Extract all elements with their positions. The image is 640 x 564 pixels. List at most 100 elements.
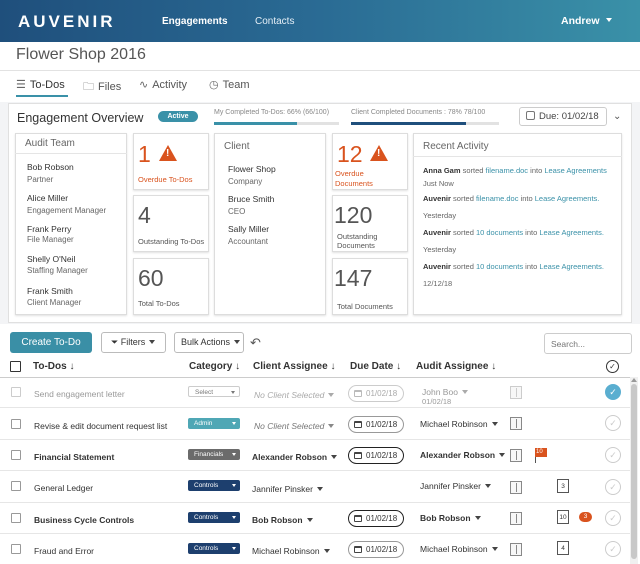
collapse-chevron-icon[interactable]: ⌄ <box>613 111 621 122</box>
audit-assignee-select[interactable]: John Boo <box>422 387 468 397</box>
row-checkbox[interactable] <box>11 419 21 429</box>
member-name: Frank Smith <box>27 286 73 296</box>
todo-name[interactable]: Send engagement letter <box>34 389 125 399</box>
flag-icon[interactable]: 10 <box>535 448 547 457</box>
todo-name[interactable]: Fraud and Error <box>34 546 94 556</box>
audit-assignee-label: Michael Robinson <box>420 419 488 429</box>
tab-team[interactable]: ◷ Team <box>209 78 250 91</box>
col-header-todos[interactable]: To-Dos ↓ <box>33 361 74 372</box>
activity-folder-link[interactable]: Lease Agreements. <box>535 194 600 203</box>
category-select[interactable]: Controls <box>188 480 240 491</box>
col-header-category[interactable]: Category ↓ <box>189 361 240 372</box>
client-assignee-select[interactable]: Michael Robinson <box>252 546 330 556</box>
document-icon[interactable] <box>510 417 522 430</box>
document-count-icon[interactable]: 4 <box>557 541 569 555</box>
activity-actor: Auvenir <box>423 262 451 271</box>
audit-assignee-select[interactable]: Alexander Robson <box>420 450 506 460</box>
overview-title: Engagement Overview <box>17 111 144 125</box>
app-logo[interactable]: AUVENIR <box>18 12 116 32</box>
activity-file-link[interactable]: 10 documents <box>476 228 523 237</box>
col-header-audit-assignee[interactable]: Audit Assignee ↓ <box>416 361 496 372</box>
tab-todos[interactable]: ☰ To-Dos <box>16 78 65 91</box>
category-select[interactable]: Select <box>188 386 240 397</box>
client-assignee-select[interactable]: Alexander Robson <box>252 452 338 462</box>
activity-actor: Auvenir <box>423 194 451 203</box>
tab-files[interactable]: 🗀 Files <box>83 78 121 97</box>
complete-check-icon[interactable]: ✓ <box>605 510 621 526</box>
member-role: Client Manager <box>27 298 82 307</box>
overdue-documents-label: Overdue <box>335 169 364 178</box>
audit-assignee-select[interactable]: Michael Robinson <box>420 544 498 554</box>
activity-file-link[interactable]: filename.doc <box>476 194 519 203</box>
document-icon[interactable] <box>510 512 522 525</box>
client-assignee-select[interactable]: No Client Selected <box>254 421 335 431</box>
category-select[interactable]: Admin <box>188 418 240 429</box>
search-input[interactable] <box>544 333 632 354</box>
activity-folder-link[interactable]: Lease Agreements <box>544 166 607 175</box>
user-menu[interactable]: Andrew <box>561 15 612 27</box>
document-icon[interactable] <box>510 449 522 462</box>
complete-check-icon[interactable]: ✓ <box>605 447 621 463</box>
category-select[interactable]: Controls <box>188 543 240 554</box>
complete-check-icon[interactable]: ✓ <box>605 479 621 495</box>
undo-icon[interactable]: ↶ <box>250 335 261 351</box>
scroll-thumb[interactable] <box>631 384 637 559</box>
audit-assignee-select[interactable]: Jannifer Pinsker <box>420 481 491 491</box>
audit-assignee-select[interactable]: Michael Robinson <box>420 419 498 429</box>
completed-check-icon[interactable]: ✓ <box>605 384 621 400</box>
my-progress-bar <box>214 122 339 125</box>
document-count-icon[interactable]: 10 <box>557 510 569 524</box>
create-todo-button[interactable]: Create To-Do <box>10 332 92 353</box>
todo-name[interactable]: Financial Statement <box>34 452 114 462</box>
tab-activity[interactable]: ∿ Activity <box>139 78 187 91</box>
document-icon[interactable] <box>510 543 522 556</box>
todo-name[interactable]: Revise & edit document request list <box>34 421 167 431</box>
activity-file-link[interactable]: 10 documents <box>476 262 523 271</box>
col-header-client-assignee[interactable]: Client Assignee ↓ <box>253 361 335 372</box>
category-label: Select <box>195 389 214 396</box>
bulk-actions-label: Bulk Actions <box>181 337 231 347</box>
complete-check-icon[interactable]: ✓ <box>605 541 621 557</box>
tab-label: To-Dos <box>29 79 65 91</box>
row-checkbox[interactable] <box>11 387 21 397</box>
todo-name[interactable]: General Ledger <box>34 483 93 493</box>
category-select[interactable]: Controls <box>188 512 240 523</box>
document-count-icon[interactable]: 3 <box>557 479 569 493</box>
member-role: Accountant <box>228 237 269 246</box>
todo-name[interactable]: Business Cycle Controls <box>34 515 134 525</box>
nav-engagements[interactable]: Engagements <box>162 16 228 27</box>
scroll-up-arrow-icon[interactable] <box>631 378 637 382</box>
activity-folder-link[interactable]: Lease Agreements. <box>539 228 604 237</box>
nav-contacts[interactable]: Contacts <box>255 16 294 27</box>
filters-button[interactable]: ⏷ Filters <box>101 332 166 353</box>
client-assignee-select[interactable]: No Client Selected <box>254 390 335 400</box>
row-checkbox[interactable] <box>11 481 21 491</box>
due-date-pill[interactable]: 01/02/18 <box>348 541 404 558</box>
row-checkbox[interactable] <box>11 544 21 554</box>
due-date-pill[interactable]: 01/02/18 <box>348 385 404 402</box>
category-select[interactable]: Financials <box>188 449 240 460</box>
row-checkbox[interactable] <box>11 450 21 460</box>
due-date-button[interactable]: Due: 01/02/18 <box>519 107 607 126</box>
bulk-actions-button[interactable]: Bulk Actions <box>174 332 244 353</box>
chevron-down-icon <box>605 18 612 22</box>
due-date-pill[interactable]: 01/02/18 <box>348 416 404 433</box>
complete-all-check-icon[interactable]: ✓ <box>606 360 619 373</box>
comment-count-badge[interactable]: 3 <box>579 512 592 522</box>
col-header-due-date[interactable]: Due Date ↓ <box>350 361 401 372</box>
client-assignee-select[interactable]: Bob Robson <box>252 515 313 525</box>
member-name: Bruce Smith <box>228 194 275 204</box>
activity-item: Auvenir sorted 10 documents into Lease A… <box>423 262 604 271</box>
due-date-pill[interactable]: 01/02/18 <box>348 447 404 464</box>
audit-assignee-select[interactable]: Bob Robson <box>420 513 481 523</box>
due-date-pill[interactable]: 01/02/18 <box>348 510 404 527</box>
client-assignee-select[interactable]: Jannifer Pinsker <box>252 484 323 494</box>
document-icon[interactable] <box>510 386 522 399</box>
row-checkbox[interactable] <box>11 513 21 523</box>
complete-check-icon[interactable]: ✓ <box>605 415 621 431</box>
activity-folder-link[interactable]: Lease Agreements. <box>539 262 604 271</box>
select-all-checkbox[interactable] <box>10 361 21 372</box>
audit-assignee-label: Alexander Robson <box>420 450 496 460</box>
document-icon[interactable] <box>510 481 522 494</box>
activity-file-link[interactable]: filename.doc <box>486 166 529 175</box>
